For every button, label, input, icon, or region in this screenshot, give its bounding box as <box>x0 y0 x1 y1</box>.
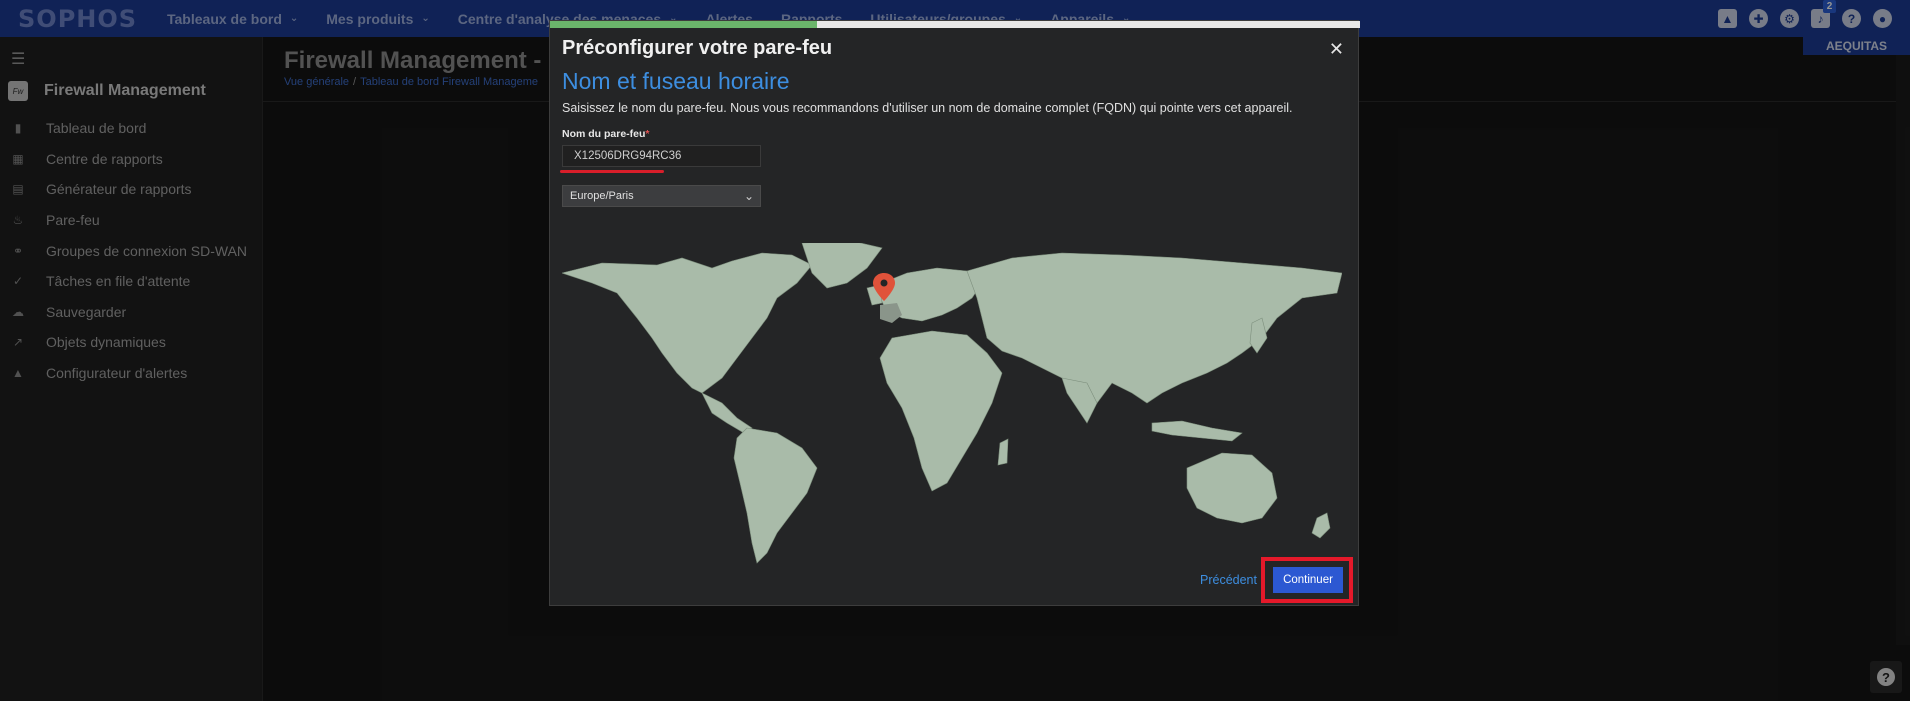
world-map[interactable] <box>562 243 1342 568</box>
required-mark: * <box>645 128 650 140</box>
preconfigure-firewall-dialog: Préconfigurer votre pare-feu ✕ Nom et fu… <box>549 20 1360 606</box>
previous-link[interactable]: Précédent <box>1200 573 1257 587</box>
map-indonesia <box>1151 420 1243 442</box>
map-asia <box>966 252 1342 404</box>
step-title: Nom et fuseau horaire <box>562 68 790 94</box>
step-description: Saisissez le nom du pare-feu. Nous vous … <box>562 101 1293 115</box>
wizard-progress-fill <box>550 21 818 28</box>
close-icon[interactable]: ✕ <box>1329 39 1344 60</box>
map-south-america <box>733 427 818 564</box>
map-north-america <box>562 252 813 394</box>
dialog-title: Préconfigurer votre pare-feu <box>562 37 833 59</box>
firewall-name-input[interactable] <box>562 145 761 167</box>
map-central-america <box>701 392 753 434</box>
continue-button[interactable]: Continuer <box>1273 567 1343 593</box>
map-australia <box>1186 452 1278 524</box>
map-new-zealand <box>1311 512 1331 539</box>
map-greenland <box>801 243 883 289</box>
firewall-name-label: Nom du pare-feu* <box>562 128 650 140</box>
map-madagascar <box>997 438 1009 466</box>
map-africa <box>879 330 1003 492</box>
wizard-progress-bar <box>550 21 1360 28</box>
chevron-down-icon: ⌄ <box>743 189 754 203</box>
annotation-underline <box>560 170 664 173</box>
timezone-select[interactable]: Europe/Paris ⌄ <box>562 185 761 207</box>
